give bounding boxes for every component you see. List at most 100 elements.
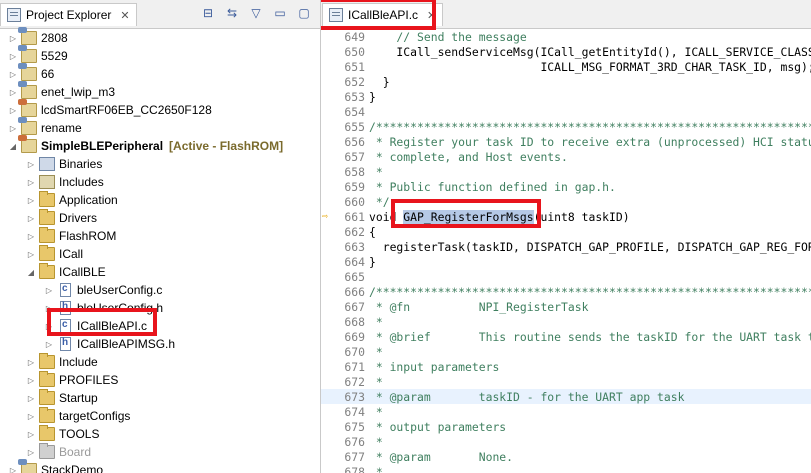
code-line[interactable]: 672 * <box>321 374 811 389</box>
tree-item[interactable]: ▷ Board <box>0 443 320 461</box>
code-line[interactable]: 649 // Send the message <box>321 29 811 44</box>
expand-arrow-icon[interactable]: ▷ <box>44 340 54 349</box>
tree-item[interactable]: ▷ 2808 <box>0 27 320 47</box>
code-line[interactable]: 667 * @fn NPI_RegisterTask <box>321 299 811 314</box>
code-line[interactable]: 668 * <box>321 314 811 329</box>
expand-arrow-icon[interactable]: ▷ <box>26 178 36 187</box>
line-number: 657 <box>344 149 365 164</box>
project-tree: ▷ 2808 ▷ 5529 ▷ 66 ▷ enet_lwip_m3 ▷ lcdSmartRF06E… <box>0 27 320 473</box>
tab-project-explorer[interactable]: Project Explorer ✕ <box>0 3 137 26</box>
tree-item[interactable]: ▷ rename <box>0 117 320 137</box>
expand-arrow-icon[interactable]: ▷ <box>26 376 36 385</box>
tree-item[interactable]: ▷ 66 <box>0 63 320 83</box>
code-line[interactable]: 657 * complete, and Host events. <box>321 149 811 164</box>
expand-arrow-icon[interactable]: ▷ <box>44 322 54 331</box>
tree-item[interactable]: ◢ ICallBLE <box>0 263 320 281</box>
code-line[interactable]: 665 <box>321 269 811 284</box>
expand-arrow-icon[interactable]: ▷ <box>8 466 18 473</box>
tree-item[interactable]: ▷ bleUserConfig.c <box>0 281 320 299</box>
rtsc-project-icon <box>18 99 37 117</box>
code-line[interactable]: 654 <box>321 104 811 119</box>
code-line[interactable]: 663 registerTask(taskID, DISPATCH_GAP_PR… <box>321 239 811 254</box>
code-line[interactable]: 666 /************************************… <box>321 284 811 299</box>
tree-item[interactable]: ▷ bleUserConfig.h <box>0 299 320 317</box>
tree-item[interactable]: ▷ enet_lwip_m3 <box>0 81 320 101</box>
code-line[interactable]: 677 * @param None. <box>321 449 811 464</box>
code-line[interactable]: 676 * <box>321 434 811 449</box>
code-line[interactable]: 651 ICALL_MSG_FORMAT_3RD_CHAR_TASK_ID, m… <box>321 59 811 74</box>
code-line[interactable]: 655 /************************************… <box>321 119 811 134</box>
tree-item[interactable]: ◢ SimpleBLEPeripheral [Active - FlashROM] <box>0 135 320 155</box>
code-line[interactable]: 659 * Public function defined in gap.h. <box>321 179 811 194</box>
tree-item[interactable]: ▷ FlashROM <box>0 227 320 245</box>
tree-item[interactable]: ▷ StackDemo <box>0 459 320 473</box>
tree-item[interactable]: ▷ Drivers <box>0 209 320 227</box>
expand-arrow-icon[interactable]: ▷ <box>26 358 36 367</box>
code-line[interactable]: 670 * <box>321 344 811 359</box>
tree-item[interactable]: ▷ 5529 <box>0 45 320 65</box>
code-line[interactable]: 656 * Register your task ID to receive e… <box>321 134 811 149</box>
expand-arrow-icon[interactable]: ▷ <box>26 412 36 421</box>
code-area[interactable]: 649 // Send the message 650 ICall_sendSer… <box>321 29 811 473</box>
maximize-icon[interactable]: ▢ <box>296 5 312 21</box>
expand-arrow-icon[interactable]: ▷ <box>8 106 18 115</box>
expand-arrow-icon[interactable]: ▷ <box>26 196 36 205</box>
expand-arrow-icon[interactable]: ▷ <box>44 304 54 313</box>
expand-arrow-icon[interactable]: ▷ <box>26 160 36 169</box>
tree-item[interactable]: ▷ ICallBleAPI.c <box>0 317 320 335</box>
close-icon[interactable]: ✕ <box>427 9 436 22</box>
code-line[interactable]: 671 * input parameters <box>321 359 811 374</box>
tree-item[interactable]: ▷ Startup <box>0 389 320 407</box>
expand-arrow-icon[interactable]: ▷ <box>26 232 36 241</box>
expand-arrow-icon[interactable]: ▷ <box>8 52 18 61</box>
code-line[interactable]: 653} <box>321 89 811 104</box>
expand-arrow-icon[interactable]: ▷ <box>44 286 54 295</box>
tree-item[interactable]: ▷ lcdSmartRF06EB_CC2650F128 <box>0 99 320 119</box>
collapse-arrow-icon[interactable]: ◢ <box>26 268 36 277</box>
code-line[interactable]: 660 */ <box>321 194 811 209</box>
code-line[interactable]: 652 } <box>321 74 811 89</box>
minimize-icon[interactable]: ▭ <box>272 5 288 21</box>
expand-arrow-icon[interactable]: ▷ <box>26 394 36 403</box>
tree-item[interactable]: ▷ Include <box>0 353 320 371</box>
expand-arrow-icon[interactable]: ▷ <box>26 214 36 223</box>
code-line[interactable]: 650 ICall_sendServiceMsg(ICall_getEntity… <box>321 44 811 59</box>
code-line[interactable]: 678 * <box>321 464 811 473</box>
expand-arrow-icon[interactable]: ▷ <box>26 250 36 259</box>
code-line[interactable]: 669 * @brief This routine sends the task… <box>321 329 811 344</box>
tree-item[interactable]: ▷ Application <box>0 191 320 209</box>
tree-item[interactable]: ▷ targetConfigs <box>0 407 320 425</box>
expand-arrow-icon[interactable]: ▷ <box>8 34 18 43</box>
code-line[interactable]: 673 * @param taskID - for the UART app t… <box>321 389 811 404</box>
expand-arrow-icon[interactable]: ▷ <box>26 448 36 457</box>
line-number: 650 <box>344 44 365 59</box>
link-with-editor-icon[interactable]: ⇆ <box>224 5 240 21</box>
code-text: void <box>369 209 404 224</box>
view-menu-icon[interactable]: ▽ <box>248 5 264 21</box>
explorer-title: Project Explorer <box>26 8 112 22</box>
line-number: 649 <box>344 29 365 44</box>
tree-item-label: PROFILES <box>59 373 119 387</box>
tree-item[interactable]: ▷ TOOLS <box>0 425 320 443</box>
close-icon[interactable]: ✕ <box>120 9 129 22</box>
expand-arrow-icon[interactable]: ▷ <box>8 88 18 97</box>
collapse-all-icon[interactable]: ⊟ <box>200 5 216 21</box>
tree-item[interactable]: ▷ Binaries <box>0 155 320 173</box>
explorer-toolbar: ⊟ ⇆ ▽ ▭ ▢ <box>200 5 312 21</box>
expand-arrow-icon[interactable]: ▷ <box>26 430 36 439</box>
code-line[interactable]: 664} <box>321 254 811 269</box>
selected-function-name[interactable]: GAP_RegisterForMsgs <box>403 209 534 224</box>
code-line[interactable]: 675 * output parameters <box>321 419 811 434</box>
code-line[interactable]: 658 * <box>321 164 811 179</box>
tree-item[interactable]: ▷ ICall <box>0 245 320 263</box>
code-line[interactable]: 661 ⇨ void GAP_RegisterForMsgs (uint8 taskI… <box>321 209 811 224</box>
tree-item[interactable]: ▷ ICallBleAPIMSG.h <box>0 335 320 353</box>
expand-arrow-icon[interactable]: ▷ <box>8 124 18 133</box>
code-line[interactable]: 674 * <box>321 404 811 419</box>
tree-item[interactable]: ▷ Includes <box>0 173 320 191</box>
tab-icallbleapi[interactable]: ICallBleAPI.c ✕ <box>322 3 444 26</box>
tree-item[interactable]: ▷ PROFILES <box>0 371 320 389</box>
expand-arrow-icon[interactable]: ▷ <box>8 70 18 79</box>
collapse-arrow-icon[interactable]: ◢ <box>8 142 18 151</box>
code-line[interactable]: 662 { <box>321 224 811 239</box>
